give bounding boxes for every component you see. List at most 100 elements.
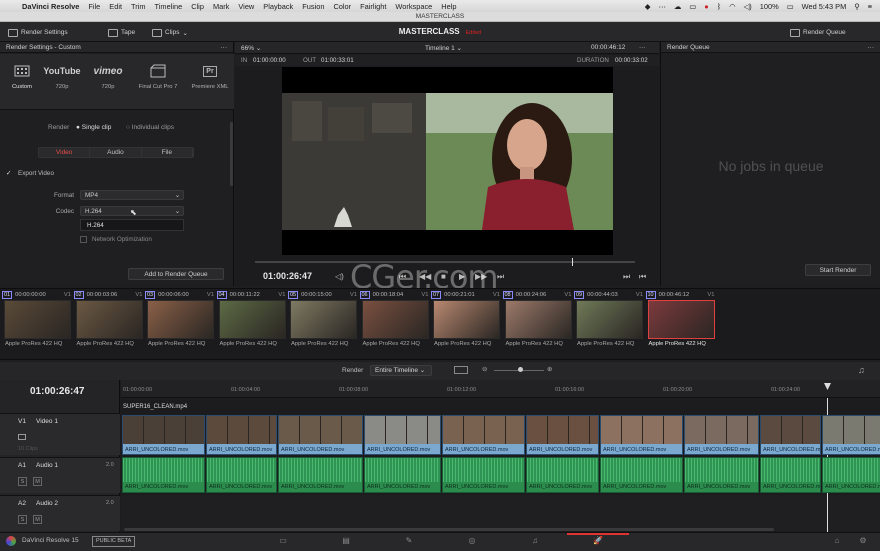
add-to-render-queue-button[interactable]: Add to Render Queue [128, 268, 224, 280]
cloud-icon[interactable]: ☁ [674, 2, 681, 11]
battery-icon[interactable]: ▭ [787, 2, 794, 11]
timeline-select[interactable]: Timeline 1 ⌄ [425, 44, 462, 52]
timeline-audio-clip[interactable]: ARRI_UNCOLORED.mov [278, 457, 363, 493]
next-clip-icon[interactable]: ⏭ [623, 272, 630, 282]
media-clip-thumbnail[interactable]: 09 00:00:44:03 V1 Apple ProRes 422 HQ [574, 289, 645, 357]
individual-clips-radio[interactable]: ○ Individual clips [126, 124, 174, 131]
fusion-page-icon[interactable]: ✎ [398, 536, 420, 548]
solo-button[interactable]: S [18, 515, 27, 524]
record-icon[interactable]: ● [704, 2, 708, 11]
gear-icon[interactable]: ⚙ [852, 536, 874, 548]
network-optimization-checkbox[interactable] [80, 236, 87, 243]
wifi-icon[interactable]: ◠ [729, 2, 735, 11]
volume-icon[interactable]: ◁) [744, 2, 752, 11]
zoom-slider-knob[interactable] [518, 367, 523, 372]
tab-video[interactable]: Video [39, 148, 91, 157]
timeline-video-clip[interactable]: ARRI_UNCOLORED.mov [600, 415, 683, 455]
media-clip-thumbnail[interactable]: 04 00:00:11:22 V1 Apple ProRes 422 HQ [216, 289, 288, 357]
timeline-audio-clip[interactable]: ARRI_UNCOLORED.mov [442, 457, 525, 493]
timeline-audio-clip[interactable]: ARRI_UNCOLORED.mov [364, 457, 441, 493]
track-monitor-icon[interactable] [18, 434, 26, 440]
media-clip-thumbnail[interactable]: 08 00:00:24:06 V1 Apple ProRes 422 HQ [502, 289, 574, 357]
airplay-icon[interactable]: ▭ [689, 2, 696, 11]
zoom-select[interactable]: 66% ⌄ [241, 44, 261, 52]
menubar-clock[interactable]: Wed 5:43 PM [802, 2, 847, 11]
timeline-video-clip[interactable]: ARRI_UNCOLORED.mov [760, 415, 821, 455]
timeline-audio-clip[interactable]: ARRI_UNCOLORED.mov [684, 457, 759, 493]
media-clip-thumbnail[interactable]: 06 00:00:18:04 V1 Apple ProRes 422 HQ [359, 289, 431, 357]
codec-dropdown-option[interactable]: H.264 [80, 219, 184, 231]
color-page-icon[interactable]: ◎ [461, 536, 483, 548]
timeline-video-clip[interactable]: ARRI_UNCOLORED.mov [822, 415, 880, 455]
more-options-icon[interactable]: ··· [639, 44, 646, 51]
menu-color[interactable]: Color [333, 2, 351, 11]
fairlight-page-icon[interactable]: ♫ [524, 536, 546, 548]
menu-view[interactable]: View [238, 2, 254, 11]
media-clip-thumbnail[interactable]: 02 00:00:03:06 V1 Apple ProRes 422 HQ [73, 289, 145, 357]
edit-page-icon[interactable]: ▤ [335, 536, 357, 548]
media-page-icon[interactable]: ▭ [272, 536, 294, 548]
zoom-out-icon[interactable]: ⊖ [482, 365, 487, 373]
preset-youtube[interactable]: YouTube 720p [40, 58, 84, 104]
menu-fairlight[interactable]: Fairlight [360, 2, 386, 11]
preset-premiere[interactable]: Pr Premiere XML [188, 58, 232, 104]
format-select[interactable]: MP4 ⌄ [80, 190, 184, 200]
preset-final-cut[interactable]: Final Cut Pro 7 [136, 58, 180, 104]
timeline-video-clip[interactable]: ARRI_UNCOLORED.mov [526, 415, 599, 455]
menu-workspace[interactable]: Workspace [395, 2, 432, 11]
status-dots-icon[interactable]: ⋯ [658, 2, 665, 11]
timeline-title-clip[interactable]: SUPER16_CLEAN.mp4 [121, 402, 880, 412]
timeline-video-clip[interactable]: ARRI_UNCOLORED.mov [442, 415, 525, 455]
timeline-audio-clip[interactable]: ARRI_UNCOLORED.mov [760, 457, 821, 493]
menu-playback[interactable]: Playback [263, 2, 293, 11]
timeline-ruler[interactable]: 01:00:00:00 01:00:04:00 01:00:08:00 01:00:1… [121, 380, 880, 398]
audio-volume-icon[interactable]: ◁) [335, 272, 344, 281]
render-range-select[interactable]: Entire Timeline ⌄ [370, 365, 432, 376]
notification-center-icon[interactable]: ≡ [868, 2, 872, 11]
go-to-end-icon[interactable]: ⏭ [497, 272, 504, 282]
timeline-audio-clip[interactable]: ARRI_UNCOLORED.mov [600, 457, 683, 493]
mute-button[interactable]: M [33, 477, 42, 486]
more-options-icon[interactable]: ··· [868, 42, 875, 53]
loop-icon[interactable]: ⏮ [639, 272, 646, 282]
dropbox-icon[interactable]: ◆ [645, 2, 651, 11]
menu-edit[interactable]: Edit [109, 2, 122, 11]
media-clip-thumbnail[interactable]: 07 00:00:21:01 V1 Apple ProRes 422 HQ [431, 289, 502, 357]
timeline-audio-clip[interactable]: ARRI_UNCOLORED.mov [822, 457, 880, 493]
home-icon[interactable]: ⌂ [826, 536, 848, 548]
track-v1-header[interactable]: V1 Video 1 10 Clips [0, 413, 120, 455]
timeline-view-icon[interactable] [454, 366, 468, 374]
timeline-scrollbar[interactable] [124, 528, 774, 531]
menu-fusion[interactable]: Fusion [302, 2, 324, 11]
single-clip-radio[interactable]: ● Single clip [76, 124, 111, 131]
menu-file[interactable]: File [88, 2, 100, 11]
start-render-button[interactable]: Start Render [805, 264, 871, 276]
bluetooth-icon[interactable]: ᛒ [717, 2, 721, 11]
tab-file[interactable]: File [142, 148, 193, 157]
timeline-video-clip[interactable]: ARRI_UNCOLORED.mov [364, 415, 441, 455]
timeline-video-clip[interactable]: ARRI_UNCOLORED.mov [684, 415, 759, 455]
music-note-icon[interactable]: ♫ [858, 365, 865, 375]
media-clip-thumbnail[interactable]: 05 00:00:15:00 V1 Apple ProRes 422 HQ [288, 289, 359, 357]
viewer-playhead[interactable] [572, 258, 573, 266]
menu-clip[interactable]: Clip [191, 2, 204, 11]
scrollbar[interactable] [230, 122, 233, 186]
tab-audio[interactable]: Audio [90, 148, 142, 157]
media-clip-thumbnail[interactable]: 01 00:00:00:00 V1 Apple ProRes 422 HQ [2, 289, 73, 357]
media-clip-thumbnail[interactable]: 03 00:00:06:00 V1 Apple ProRes 422 HQ [145, 289, 216, 357]
track-a1-header[interactable]: A1 Audio 1 2.0 S M [0, 457, 120, 493]
preset-custom[interactable]: Custom [0, 58, 44, 104]
timeline-audio-clip[interactable]: ARRI_UNCOLORED.mov [122, 457, 205, 493]
track-a2-header[interactable]: A2 Audio 2 2.0 S M [0, 495, 120, 531]
preset-vimeo[interactable]: vimeo 720p [86, 58, 130, 104]
timeline-video-clip[interactable]: ARRI_UNCOLORED.mov [278, 415, 363, 455]
menu-trim[interactable]: Trim [131, 2, 146, 11]
app-menu[interactable]: DaVinci Resolve [22, 2, 79, 11]
zoom-in-icon[interactable]: ⊕ [547, 365, 552, 373]
deliver-page-icon[interactable]: 🚀 [587, 536, 609, 548]
mute-button[interactable]: M [33, 515, 42, 524]
export-video-checkbox[interactable]: ✓ [6, 170, 11, 177]
menu-help[interactable]: Help [441, 2, 456, 11]
menu-timeline[interactable]: Timeline [155, 2, 183, 11]
timeline-audio-clip[interactable]: ARRI_UNCOLORED.mov [526, 457, 599, 493]
